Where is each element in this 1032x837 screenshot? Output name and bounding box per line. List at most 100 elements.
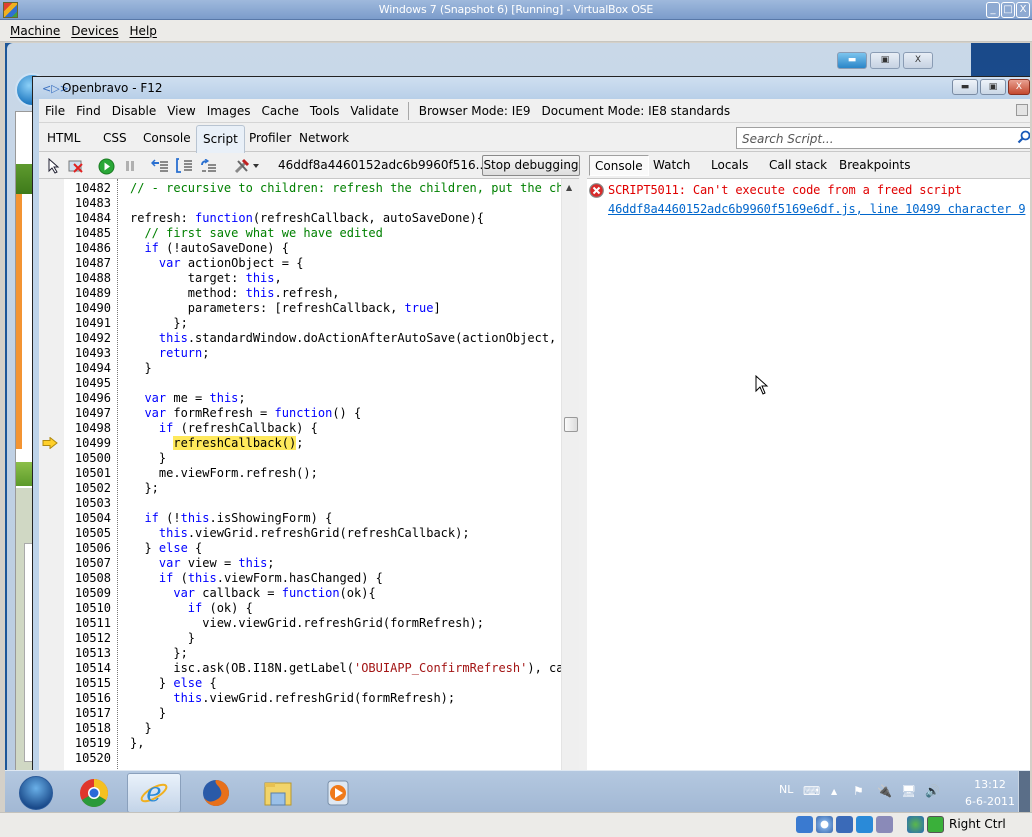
code-line[interactable]: 10490 parameters: [refreshCallback, true… (39, 301, 561, 316)
mouse-integration-icon[interactable] (907, 816, 924, 833)
code-line[interactable]: 10484 refresh: function(refreshCallback, … (39, 211, 561, 226)
code-line[interactable]: 10519}, (39, 736, 561, 751)
tools-dropdown-icon[interactable] (233, 157, 261, 175)
code-line[interactable]: 10492 this.standardWindow.doActionAfterA… (39, 331, 578, 346)
pin-icon[interactable] (1016, 104, 1028, 116)
keyboard-capture-icon[interactable] (927, 816, 944, 833)
scroll-up-icon[interactable]: ▲ (566, 183, 572, 192)
virtualization-icon[interactable] (876, 816, 893, 833)
taskbar-media-player[interactable] (311, 773, 365, 813)
line-number[interactable]: 10498 (64, 421, 111, 436)
menu-view[interactable]: View (167, 104, 195, 118)
line-number[interactable]: 10485 (64, 226, 111, 241)
menu-devices[interactable]: Devices (71, 24, 118, 38)
taskbar-internet-explorer[interactable]: e (127, 773, 181, 813)
code-line[interactable]: 10514 isc.ask(OB.I18N.getLabel('OBUIAPP_… (39, 661, 578, 676)
show-desktop-button[interactable] (1018, 771, 1030, 813)
tab-script[interactable]: Script (196, 125, 245, 153)
line-number[interactable]: 10508 (64, 571, 111, 586)
code-line[interactable]: 10483 (39, 196, 561, 211)
break-icon[interactable] (121, 157, 139, 175)
power-icon[interactable]: 🔌 (877, 784, 892, 798)
cd-icon[interactable] (816, 816, 833, 833)
browser-restore-button[interactable]: ▣ (870, 52, 900, 69)
line-number[interactable]: 10487 (64, 256, 111, 271)
code-line[interactable]: 10487 var actionObject = { (39, 256, 561, 271)
code-line[interactable]: 10499 refreshCallback(); (39, 436, 561, 451)
code-line[interactable]: 10486 if (!autoSaveDone) { (39, 241, 561, 256)
line-number[interactable]: 10520 (64, 751, 111, 766)
continue-icon[interactable] (97, 157, 115, 175)
menu-help[interactable]: Help (130, 24, 157, 38)
line-number[interactable]: 10514 (64, 661, 111, 676)
line-number[interactable]: 10499 (64, 436, 111, 451)
devtools-maximize-button[interactable]: ▣ (980, 79, 1006, 95)
shared-folder-icon[interactable] (856, 816, 873, 833)
line-number[interactable]: 10518 (64, 721, 111, 736)
tab-css[interactable]: CSS (103, 131, 127, 145)
step-into-icon[interactable] (151, 157, 169, 175)
vbox-minimize-button[interactable]: _ (986, 2, 1000, 18)
code-line[interactable]: 10515 } else { (39, 676, 561, 691)
line-number[interactable]: 10515 (64, 676, 111, 691)
code-line[interactable]: 10507 var view = this; (39, 556, 561, 571)
code-line[interactable]: 10518 } (39, 721, 561, 736)
step-over-icon[interactable] (175, 157, 193, 175)
browser-mode-menu[interactable]: Browser Mode: IE9 (419, 104, 531, 118)
line-number[interactable]: 10484 (64, 211, 111, 226)
taskbar-firefox[interactable] (189, 773, 243, 813)
menu-validate[interactable]: Validate (350, 104, 398, 118)
volume-icon[interactable]: 🔊 (925, 784, 940, 798)
line-number[interactable]: 10505 (64, 526, 111, 541)
line-number[interactable]: 10512 (64, 631, 111, 646)
search-script-input[interactable] (737, 129, 1007, 149)
menu-file[interactable]: File (45, 104, 65, 118)
line-number[interactable]: 10503 (64, 496, 111, 511)
code-line[interactable]: 10512 } (39, 631, 561, 646)
code-line[interactable]: 10520 (39, 751, 561, 766)
tab-breakpoints[interactable]: Breakpoints (839, 158, 910, 172)
code-line[interactable]: 10496 var me = this; (39, 391, 561, 406)
code-line[interactable]: 10494 } (39, 361, 561, 376)
line-number[interactable]: 10502 (64, 481, 111, 496)
code-line[interactable]: 10503 (39, 496, 561, 511)
code-line[interactable]: 10495 (39, 376, 561, 391)
script-file-select[interactable]: 46ddf8a4460152adc6b9960f516...▼ (278, 158, 499, 172)
line-number[interactable]: 10511 (64, 616, 111, 631)
line-number[interactable]: 10482 (64, 181, 111, 196)
document-mode-menu[interactable]: Document Mode: IE8 standards (542, 104, 731, 118)
menu-images[interactable]: Images (207, 104, 251, 118)
menu-tools[interactable]: Tools (310, 104, 340, 118)
code-line[interactable]: 10482 // - recursive to children: refresh… (39, 181, 578, 196)
line-number[interactable]: 10491 (64, 316, 111, 331)
menu-disable[interactable]: Disable (112, 104, 157, 118)
line-number[interactable]: 10493 (64, 346, 111, 361)
code-editor[interactable]: 10482 // - recursive to children: refresh… (39, 179, 579, 808)
action-center-flag-icon[interactable]: ⚑ (853, 784, 864, 798)
line-number[interactable]: 10504 (64, 511, 111, 526)
line-number[interactable]: 10516 (64, 691, 111, 706)
code-scrollbar[interactable]: ▲ (561, 179, 579, 808)
menu-machine[interactable]: Machine (10, 24, 60, 38)
language-indicator[interactable]: NL (779, 783, 793, 796)
line-number[interactable]: 10494 (64, 361, 111, 376)
tab-console[interactable]: Console (143, 131, 191, 145)
tab-watch[interactable]: Watch (653, 158, 690, 172)
code-line[interactable]: 10500 } (39, 451, 561, 466)
show-hidden-icons[interactable]: ▲ (831, 787, 837, 796)
line-number[interactable]: 10509 (64, 586, 111, 601)
line-number[interactable]: 10496 (64, 391, 111, 406)
scrollbar-thumb[interactable] (564, 417, 578, 432)
tab-network[interactable]: Network (299, 131, 349, 145)
network-icon[interactable]: 🖥 (901, 784, 916, 798)
tab-call-stack[interactable]: Call stack (769, 158, 827, 172)
network-adapter-icon[interactable] (836, 816, 853, 833)
start-button[interactable] (9, 773, 63, 813)
vbox-maximize-button[interactable]: □ (1001, 2, 1015, 18)
line-number[interactable]: 10497 (64, 406, 111, 421)
menu-cache[interactable]: Cache (262, 104, 299, 118)
devtools-close-button[interactable]: X (1008, 79, 1030, 95)
line-number[interactable]: 10489 (64, 286, 111, 301)
menu-find[interactable]: Find (76, 104, 101, 118)
line-number[interactable]: 10507 (64, 556, 111, 571)
